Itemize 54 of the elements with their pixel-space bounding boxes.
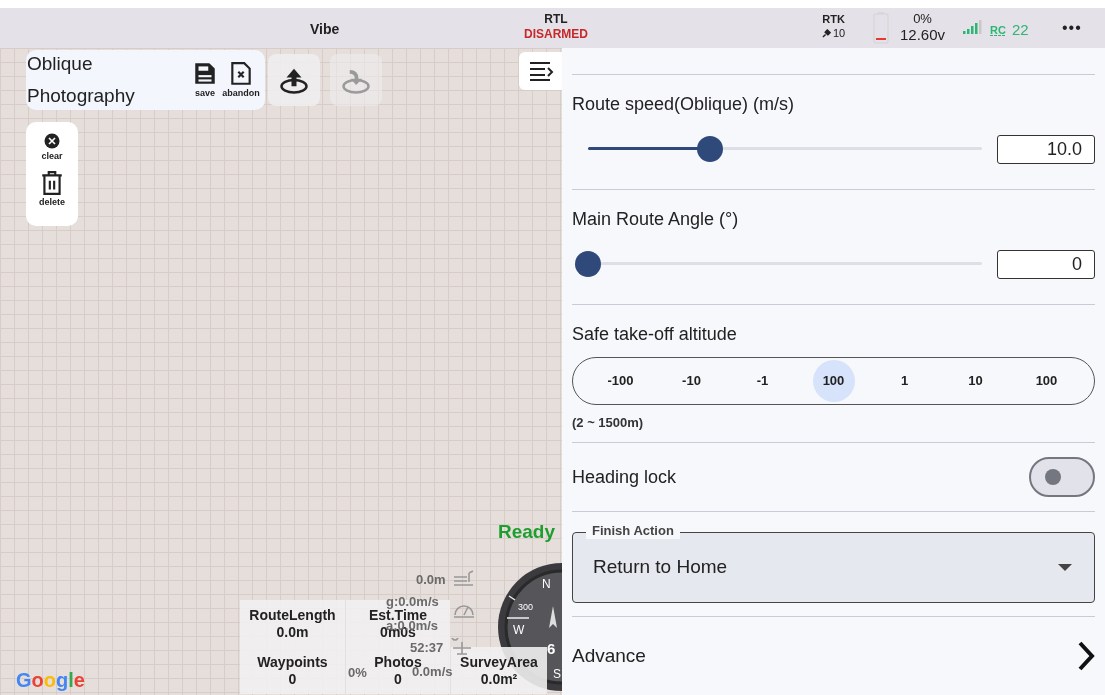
stat-cell: Waypoints 0: [240, 647, 345, 694]
dropdown-caret-icon: [1058, 563, 1072, 572]
rc-label: RC: [990, 23, 1006, 38]
document-x-icon: [228, 61, 254, 87]
altitude-icon: [453, 570, 475, 588]
battery-voltage: 12.60v: [900, 27, 946, 43]
delete-button[interactable]: delete: [39, 170, 65, 208]
altitude-step-button[interactable]: -1: [741, 360, 784, 402]
setting-label: Main Route Angle (°): [572, 208, 740, 230]
ready-status: Ready: [498, 520, 556, 544]
altitude-step-button[interactable]: -100: [599, 360, 642, 402]
arm-state: DISARMED: [524, 27, 588, 42]
altitude-step-button[interactable]: 100: [1025, 360, 1068, 402]
ground-speed-reading: g:0.0m/s: [386, 594, 439, 609]
altitude-step-button[interactable]: -10: [670, 360, 713, 402]
app-title: Vibe: [310, 20, 340, 39]
flight-mode: RTL: [544, 12, 568, 27]
battery-percent: 0%: [913, 11, 932, 27]
gps-label: RTK: [822, 12, 845, 26]
slider-thumb[interactable]: [697, 136, 724, 162]
setting-label: Heading lock: [572, 465, 677, 489]
mission-title: Oblique Photography: [27, 52, 136, 108]
throttle-reading: 0%: [348, 665, 367, 680]
save-button[interactable]: save: [187, 61, 223, 99]
heading-lock-toggle[interactable]: [1029, 457, 1095, 497]
altitude-reading: 0.0m: [416, 572, 446, 587]
range-hint: (2 ~ 1500m): [572, 414, 645, 432]
slider-thumb[interactable]: [575, 251, 601, 277]
field-legend: Finish Action: [586, 523, 680, 539]
map-attribution: Google: [16, 668, 85, 693]
more-button[interactable]: •••: [1062, 16, 1082, 40]
panel-toggle-button[interactable]: [519, 52, 562, 90]
abandon-button[interactable]: abandon: [223, 61, 259, 99]
satellite-count: 10: [833, 26, 846, 40]
x-circle-icon: [43, 132, 61, 150]
altitude-step-button[interactable]: 1: [883, 360, 926, 402]
chevron-right-icon: [1077, 641, 1095, 671]
trash-icon: [39, 170, 65, 196]
setting-label: Route speed(Oblique) (m/s): [572, 93, 796, 115]
stat-cell: RouteLength 0.0m: [240, 600, 345, 647]
altitude-step-button[interactable]: 10: [954, 360, 997, 402]
upload-button[interactable]: [268, 54, 320, 106]
rc-signal-value: 22: [1011, 20, 1029, 40]
clear-button[interactable]: clear: [41, 132, 63, 162]
value-field[interactable]: 0: [997, 249, 1095, 279]
advance-button[interactable]: Advance: [572, 617, 1095, 695]
altitude-step-button[interactable]: 100: [812, 360, 855, 402]
dropdown-value: Return to Home: [593, 555, 728, 580]
battery-icon: [873, 12, 889, 44]
signal-icon: [963, 20, 983, 34]
setting-label: Safe take-off altitude: [572, 323, 738, 345]
menu-icon: [527, 60, 554, 82]
value-field[interactable]: 10.0: [997, 134, 1095, 164]
flight-time-reading: 52:37: [410, 640, 444, 655]
